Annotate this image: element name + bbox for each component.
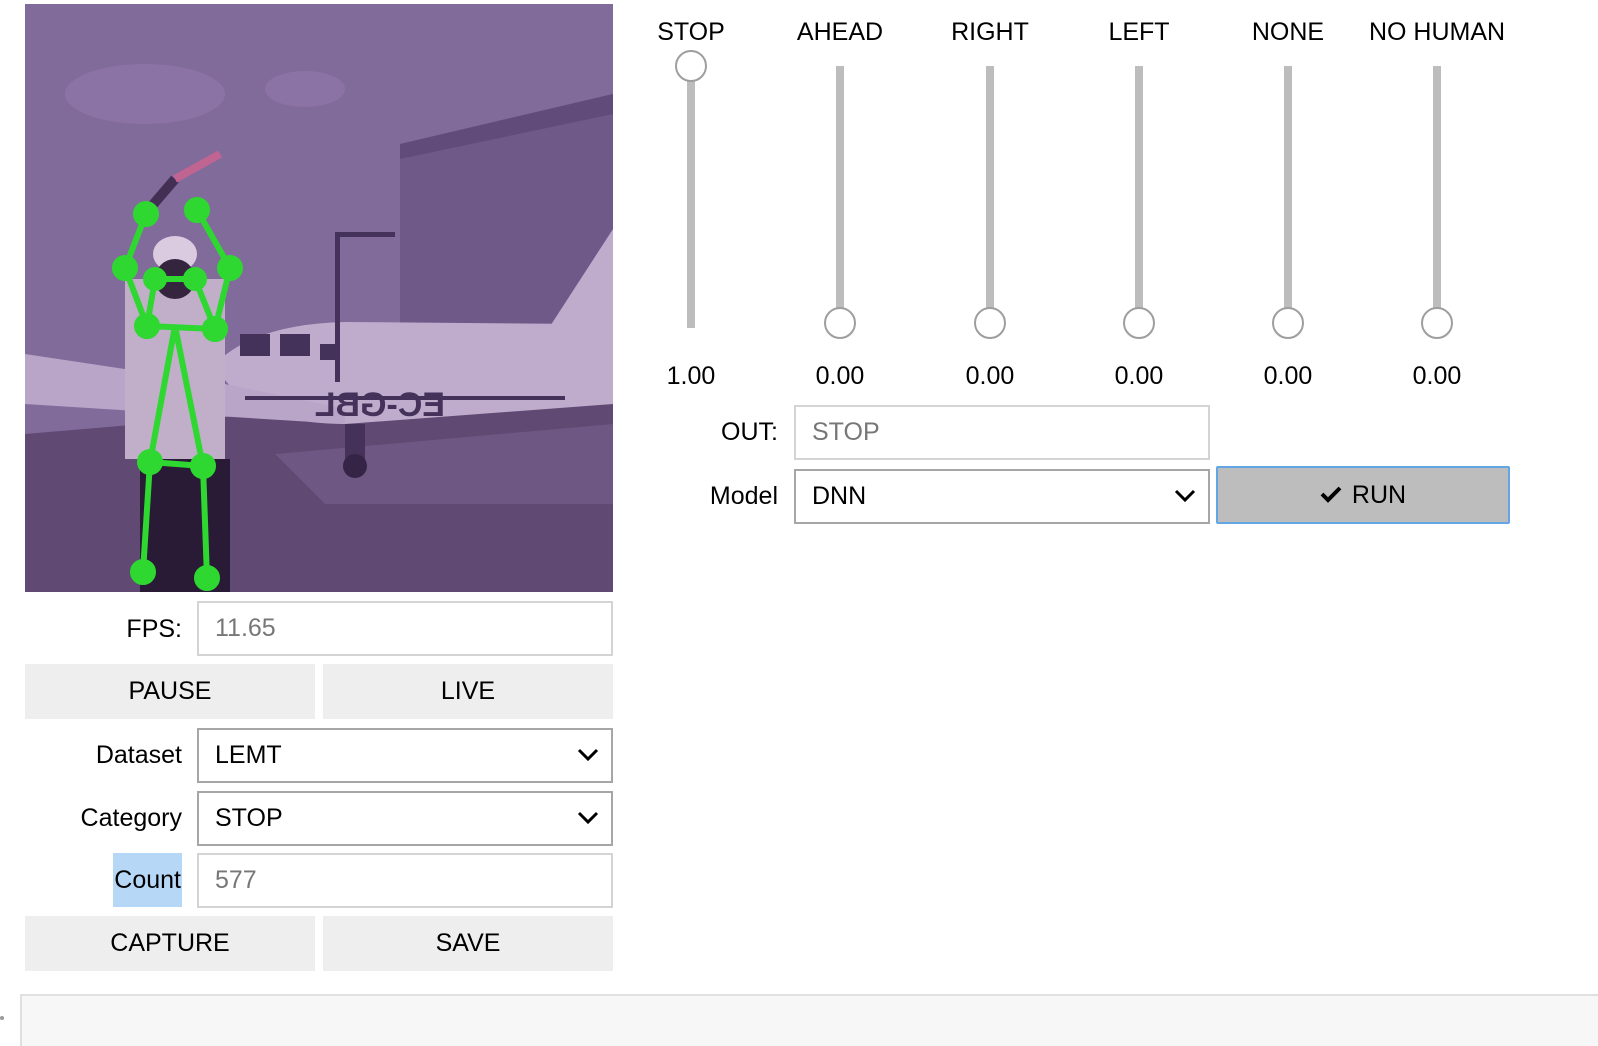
slider-track[interactable]: [836, 66, 844, 328]
slider-name: NONE: [1251, 18, 1325, 46]
count-field[interactable]: 577: [197, 853, 613, 908]
cell-marker: [0, 1016, 4, 1020]
slider-handle[interactable]: [1272, 307, 1304, 339]
slider-name: STOP: [657, 18, 725, 46]
output-area: [20, 994, 1598, 1046]
slider-handle[interactable]: [1421, 307, 1453, 339]
slider-track[interactable]: [986, 66, 994, 328]
slider-value: 0.00: [815, 362, 865, 390]
checkmark-icon: [1320, 481, 1342, 510]
slider-name: AHEAD: [796, 18, 884, 46]
slider-name: NO HUMAN: [1368, 18, 1506, 46]
slider-no-human[interactable]: NO HUMAN 0.00: [1362, 14, 1512, 394]
slider-handle[interactable]: [1123, 307, 1155, 339]
slider-value: 1.00: [666, 362, 716, 390]
slider-right[interactable]: RIGHT 0.00: [915, 14, 1065, 394]
model-label: Model: [709, 482, 778, 510]
slider-value: 0.00: [1263, 362, 1313, 390]
dataset-select[interactable]: LEMT: [197, 728, 613, 783]
slider-track[interactable]: [687, 66, 695, 328]
slider-name: RIGHT: [951, 18, 1029, 46]
chevron-down-icon: [1174, 471, 1196, 521]
camera-feed-image: EC-GBL: [25, 4, 613, 592]
slider-ahead[interactable]: AHEAD 0.00: [765, 14, 915, 394]
dataset-value: LEMT: [215, 741, 282, 769]
fps-label: FPS:: [126, 615, 182, 643]
slider-handle[interactable]: [675, 50, 707, 82]
slider-handle[interactable]: [974, 307, 1006, 339]
category-value: STOP: [215, 804, 283, 832]
category-label: Category: [80, 804, 182, 832]
slider-track[interactable]: [1433, 66, 1441, 328]
slider-value: 0.00: [1412, 362, 1462, 390]
category-select[interactable]: STOP: [197, 791, 613, 846]
run-button[interactable]: RUN: [1216, 466, 1510, 524]
slider-track[interactable]: [1135, 66, 1143, 328]
fps-field[interactable]: 11.65: [197, 601, 613, 656]
slider-value: 0.00: [965, 362, 1015, 390]
dataset-label: Dataset: [95, 741, 182, 769]
slider-left[interactable]: LEFT 0.00: [1064, 14, 1214, 394]
live-button[interactable]: LIVE: [323, 664, 613, 719]
slider-stop[interactable]: STOP 1.00: [616, 14, 766, 394]
chevron-down-icon: [577, 793, 599, 843]
out-label: OUT:: [721, 418, 778, 446]
camera-scene: EC-GBL: [25, 4, 613, 592]
chevron-down-icon: [577, 730, 599, 780]
run-label: RUN: [1351, 480, 1407, 509]
model-select[interactable]: DNN: [794, 469, 1210, 524]
capture-button[interactable]: CAPTURE: [25, 916, 315, 971]
count-label-text: Count: [113, 853, 182, 907]
pause-button[interactable]: PAUSE: [25, 664, 315, 719]
out-field[interactable]: STOP: [794, 405, 1210, 460]
count-label: Count: [25, 853, 182, 907]
model-value: DNN: [812, 482, 867, 510]
slider-handle[interactable]: [824, 307, 856, 339]
slider-none[interactable]: NONE 0.00: [1213, 14, 1363, 394]
slider-name: LEFT: [1108, 18, 1170, 46]
slider-track[interactable]: [1284, 66, 1292, 328]
save-button[interactable]: SAVE: [323, 916, 613, 971]
slider-value: 0.00: [1114, 362, 1164, 390]
